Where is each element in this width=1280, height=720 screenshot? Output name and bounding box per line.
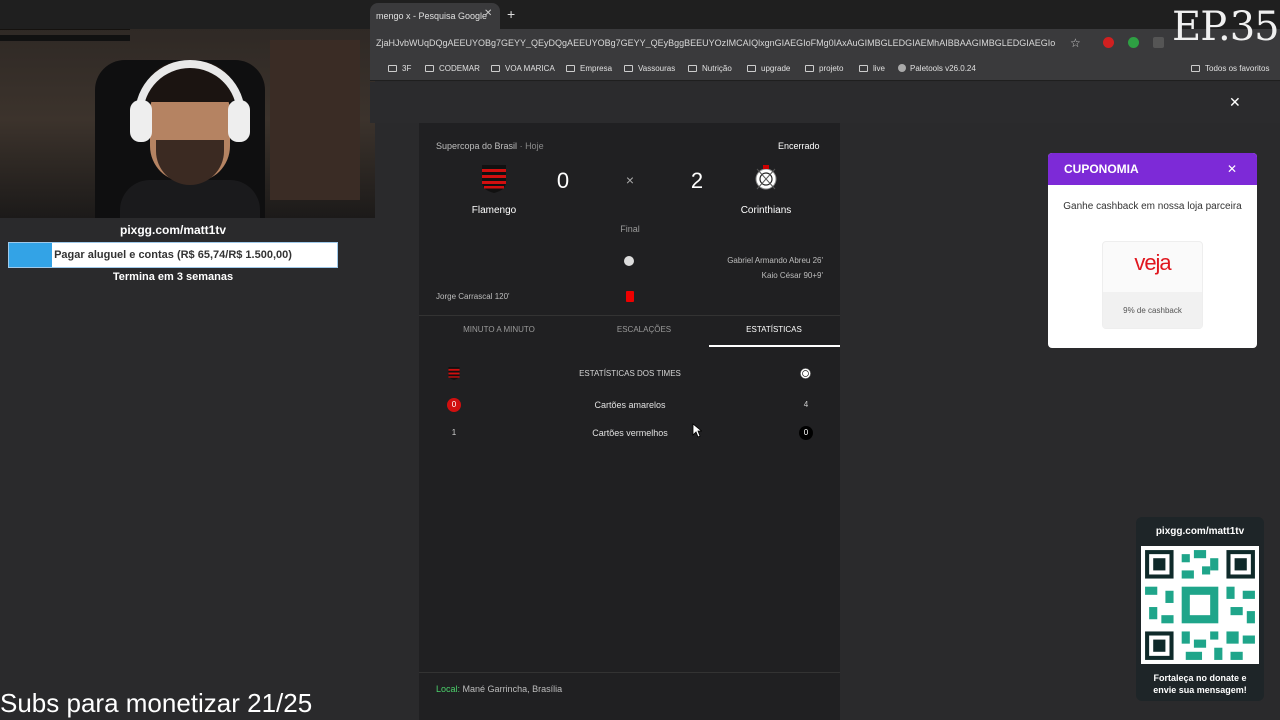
mouse-cursor-icon	[692, 423, 702, 438]
match-period: Final	[620, 224, 640, 234]
bookmark-folder[interactable]: VOA MARICA	[491, 64, 555, 73]
stat-away-value: 0	[799, 426, 813, 440]
bookmark-folder[interactable]: upgrade	[747, 64, 790, 73]
stat-away-value: 4	[803, 400, 809, 409]
score-separator: ×	[625, 172, 635, 188]
folder-icon	[624, 65, 633, 72]
extension-icon[interactable]	[1103, 37, 1114, 48]
extensions-puzzle-icon[interactable]	[1153, 37, 1164, 48]
folder-icon	[805, 65, 814, 72]
subs-counter: Subs para monetizar 21/25	[0, 688, 313, 718]
red-card-player: Jorge Carrascal 120'	[436, 292, 510, 301]
away-score: 2	[690, 168, 704, 193]
all-bookmarks[interactable]: Todos os favoritos	[1191, 64, 1269, 73]
goal-deadline: Termina em 3 semanas	[112, 271, 234, 283]
bookmark-folder[interactable]: Vassouras	[624, 64, 675, 73]
folder-icon	[688, 65, 697, 72]
goal-label: Pagar aluguel e contas (R$ 65,74/R$ 1.50…	[54, 249, 292, 261]
browser-tab[interactable]: mengo x - Pesquisa Google	[370, 3, 500, 29]
browser-tab-bar	[0, 0, 1280, 29]
bookmark-folder[interactable]: Nutrição	[688, 64, 732, 73]
page-header	[370, 82, 1280, 123]
bookmark-folder[interactable]: projeto	[805, 64, 843, 73]
coupon-title: CUPONOMIA	[1064, 162, 1139, 176]
headset-earcup	[228, 100, 250, 142]
tab-escalacoes[interactable]: ESCALAÇÕES	[574, 325, 714, 334]
flamengo-crest-icon	[482, 165, 506, 193]
donate-caption: Fortaleça no donate e envie sua mensagem!	[1153, 673, 1247, 695]
flamengo-crest-icon	[448, 367, 460, 380]
venue-bar	[419, 672, 840, 720]
tab-close-icon[interactable]: ✕	[484, 8, 492, 19]
bookmark-link[interactable]: Paletools v26.0.24	[898, 64, 976, 73]
stat-label: Cartões vermelhos	[592, 428, 668, 438]
bookmark-star-icon[interactable]: ☆	[1070, 36, 1081, 50]
folder-icon	[491, 65, 500, 72]
episode-badge: EP.35	[1172, 4, 1280, 50]
shirt	[120, 180, 260, 218]
stat-home-value: 0	[447, 398, 461, 412]
folder-icon	[388, 65, 397, 72]
active-tab-indicator	[709, 345, 840, 347]
qr-code-icon	[1141, 546, 1259, 664]
webcam-feed	[0, 0, 375, 218]
goal-scorer: Kaio César 90+9'	[761, 271, 823, 280]
goal-scorer: Gabriel Armando Abreu 26'	[727, 256, 823, 265]
folder-icon	[566, 65, 575, 72]
corinthians-crest-icon	[800, 368, 811, 379]
rifle-decoration	[0, 35, 130, 41]
bookmark-folder[interactable]: Empresa	[566, 64, 612, 73]
close-icon[interactable]: ✕	[1229, 94, 1241, 111]
corinthians-crest-icon	[755, 165, 777, 190]
folder-icon	[859, 65, 868, 72]
red-card-icon	[626, 291, 634, 302]
stat-home-value: 1	[451, 428, 457, 437]
stat-label: Cartões amarelos	[594, 400, 666, 410]
coupon-close-icon[interactable]: ✕	[1227, 162, 1237, 176]
donate-url: pixgg.com/matt1tv	[1155, 526, 1245, 537]
extension-icon[interactable]	[1128, 37, 1139, 48]
competition-label: Supercopa do Brasil · Hoje	[436, 141, 544, 151]
bookmark-folder[interactable]: live	[859, 64, 885, 73]
new-tab-button[interactable]: +	[507, 6, 515, 22]
home-team-name[interactable]: Flamengo	[444, 205, 544, 216]
away-team-name[interactable]: Corinthians	[716, 205, 816, 216]
soccer-ball-icon	[624, 256, 634, 266]
veja-logo: veja	[1134, 250, 1171, 275]
tab-minuto-a-minuto[interactable]: MINUTO A MINUTO	[429, 325, 569, 334]
bookmark-folder[interactable]: 3F	[388, 64, 411, 73]
folder-icon	[1191, 65, 1200, 72]
folder-icon	[425, 65, 434, 72]
cashback-rate: 9% de cashback	[1123, 306, 1182, 315]
folder-icon	[747, 65, 756, 72]
headset-earcup	[130, 100, 152, 142]
globe-icon	[898, 64, 906, 72]
coupon-text: Ganhe cashback em nossa loja parceira	[1063, 201, 1242, 212]
donation-url: pixgg.com/matt1tv	[119, 223, 227, 237]
bookmark-folder[interactable]: CODEMAR	[425, 64, 480, 73]
match-status: Encerrado	[778, 141, 820, 151]
home-score: 0	[556, 168, 570, 193]
stats-title: ESTATÍSTICAS DOS TIMES	[579, 369, 681, 378]
venue-info: Local: Mané Garrincha, Brasília	[436, 684, 563, 694]
url-input[interactable]: ZjaHJvbWUqDQgAEEUYOBg7GEYY_QEyDQgAEEUYOB…	[376, 38, 1056, 48]
tab-estatisticas[interactable]: ESTATÍSTICAS	[704, 325, 844, 334]
